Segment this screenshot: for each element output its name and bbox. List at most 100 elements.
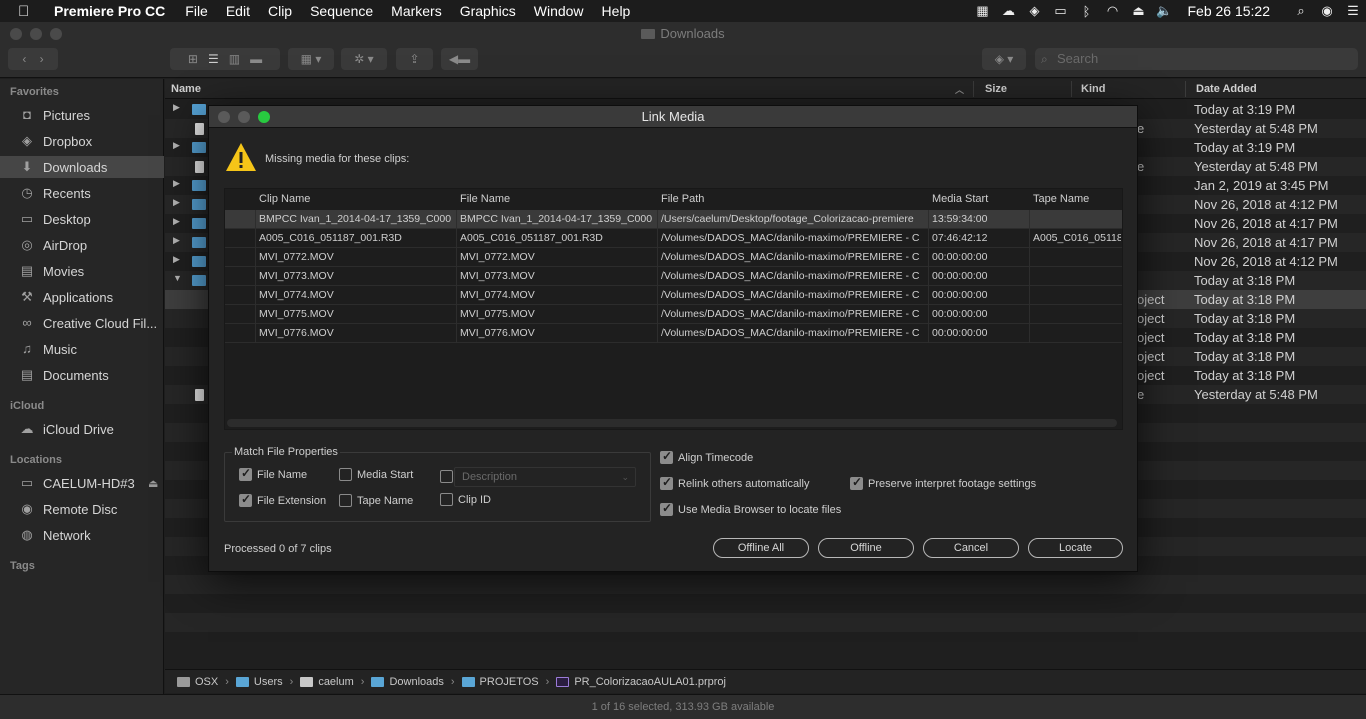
checkbox-box[interactable]	[440, 493, 453, 506]
sidebar-item-desktop[interactable]: ▭ Desktop	[0, 208, 164, 230]
clip-id-checkbox[interactable]: Clip ID	[440, 493, 491, 506]
checkbox-box[interactable]	[660, 475, 673, 490]
sidebar-item-pictures[interactable]: ◘ Pictures	[0, 104, 164, 126]
file-extension-checkbox[interactable]: File Extension	[239, 492, 326, 507]
preserve-interpret-checkbox[interactable]: Preserve interpret footage settings	[850, 475, 1036, 490]
search-input[interactable]: ⌕ Search	[1035, 48, 1358, 70]
checkbox-box[interactable]	[339, 494, 352, 507]
wifi-icon[interactable]: ◠	[1099, 3, 1125, 19]
sidebar-item-airdrop[interactable]: ◎ AirDrop	[0, 234, 164, 256]
back-icon[interactable]: ‹	[22, 52, 26, 66]
path-users[interactable]: Users	[254, 676, 283, 688]
disclosure-closed-icon[interactable]: ▶	[173, 254, 180, 265]
checkbox-box[interactable]	[440, 470, 453, 483]
media-start-checkbox[interactable]: Media Start	[339, 468, 413, 481]
col-file-name[interactable]: File Name	[460, 193, 510, 205]
path-caelum[interactable]: caelum	[318, 676, 353, 688]
view-mode-buttons[interactable]: ⊞ ☰ ▥ ▬	[170, 48, 280, 70]
column-name[interactable]: Name	[171, 83, 201, 95]
col-file-path[interactable]: File Path	[661, 193, 704, 205]
menu-clip[interactable]: Clip	[268, 3, 292, 19]
menu-markers[interactable]: Markers	[391, 3, 442, 19]
menu-edit[interactable]: Edit	[226, 3, 250, 19]
list-view-icon[interactable]: ☰	[208, 52, 219, 66]
sidebar-item-remote-disc[interactable]: ◉ Remote Disc	[0, 498, 164, 520]
checkbox-box[interactable]	[339, 468, 352, 481]
menu-help[interactable]: Help	[602, 3, 631, 19]
sidebar-item-creative-cloud[interactable]: ∞ Creative Cloud Fil...	[0, 312, 164, 334]
path-project-file[interactable]: PR_ColorizacaoAULA01.prproj	[574, 676, 726, 688]
list-icon[interactable]: ☰	[1340, 3, 1366, 19]
column-kind[interactable]: Kind	[1081, 83, 1105, 95]
menu-file[interactable]: File	[185, 3, 208, 19]
airplay-icon[interactable]: ▭	[1047, 3, 1073, 19]
column-view-icon[interactable]: ▥	[229, 52, 240, 66]
disclosure-closed-icon[interactable]: ▶	[173, 216, 180, 227]
sidebar-item-caelum-hd[interactable]: ▭ CAELUM-HD#3 ⏏	[0, 472, 164, 494]
path-osx[interactable]: OSX	[195, 676, 218, 688]
eject-icon[interactable]: ⏏	[1125, 3, 1151, 19]
forward-icon[interactable]: ›	[40, 52, 44, 66]
align-timecode-checkbox[interactable]: Align Timecode	[660, 449, 753, 464]
path-projetos[interactable]: PROJETOS	[480, 676, 539, 688]
dropbox-button[interactable]: ◈ ▾	[982, 48, 1026, 70]
dropbox-icon[interactable]: ◈	[1021, 3, 1047, 19]
menubar-clock[interactable]: Feb 26 15:22	[1187, 3, 1270, 19]
group-button[interactable]: ▦ ▾	[288, 48, 334, 70]
close-dialog-button[interactable]	[218, 111, 230, 123]
col-media-start[interactable]: Media Start	[932, 193, 988, 205]
clip-row[interactable]: BMPCC Ivan_1_2014-04-17_1359_C000 BMPCC I…	[225, 210, 1122, 229]
col-tape-name[interactable]: Tape Name	[1033, 193, 1089, 205]
siri-icon[interactable]: ◉	[1314, 3, 1340, 19]
checkbox-box[interactable]	[239, 466, 252, 481]
disclosure-closed-icon[interactable]: ▶	[173, 140, 180, 151]
horizontal-scrollbar[interactable]	[227, 419, 1117, 427]
offline-button[interactable]: Offline	[818, 538, 914, 558]
menu-window[interactable]: Window	[534, 3, 584, 19]
sidebar-item-icloud-drive[interactable]: ☁ iCloud Drive	[0, 418, 164, 440]
volume-icon[interactable]: 🔈	[1151, 3, 1177, 19]
disclosure-closed-icon[interactable]: ▶	[173, 235, 180, 246]
minimize-dialog-button[interactable]	[238, 111, 250, 123]
icon-view-icon[interactable]: ⊞	[188, 52, 198, 66]
sidebar-item-recents[interactable]: ◷ Recents	[0, 182, 164, 204]
creative-cloud-icon[interactable]: ☁	[995, 3, 1021, 19]
tape-name-checkbox[interactable]: Tape Name	[339, 494, 413, 507]
tags-button[interactable]: ◀▬	[441, 48, 478, 70]
sidebar-item-downloads[interactable]: ⬇ Downloads	[0, 156, 164, 178]
clip-row[interactable]: MVI_0776.MOV MVI_0776.MOV/Volumes/DADOS_M…	[225, 324, 1122, 343]
sidebar-item-dropbox[interactable]: ◈ Dropbox	[0, 130, 164, 152]
column-date-added[interactable]: Date Added	[1196, 83, 1257, 95]
col-clip-name[interactable]: Clip Name	[259, 193, 310, 205]
filmstrip-icon[interactable]: ▦	[969, 3, 995, 19]
clip-row[interactable]: MVI_0774.MOV MVI_0774.MOV/Volumes/DADOS_M…	[225, 286, 1122, 305]
bluetooth-icon[interactable]: ᛒ	[1073, 4, 1099, 19]
checkbox-box[interactable]	[850, 475, 863, 490]
search-icon[interactable]: ⌕	[1288, 3, 1314, 19]
sort-up-icon[interactable]: ︿	[955, 83, 964, 96]
menu-sequence[interactable]: Sequence	[310, 3, 373, 19]
checkbox-box[interactable]	[239, 492, 252, 507]
eject-icon[interactable]: ⏏	[148, 477, 158, 490]
menu-graphics[interactable]: Graphics	[460, 3, 516, 19]
gallery-view-icon[interactable]: ▬	[250, 52, 262, 66]
share-button[interactable]: ⇪	[396, 48, 433, 70]
action-button[interactable]: ✲ ▾	[341, 48, 387, 70]
apple-icon[interactable]: 	[18, 3, 40, 20]
file-name-checkbox[interactable]: File Name	[239, 466, 307, 481]
locate-button[interactable]: Locate	[1028, 538, 1123, 558]
disclosure-closed-icon[interactable]: ▶	[173, 197, 180, 208]
media-browser-checkbox[interactable]: Use Media Browser to locate files	[660, 501, 841, 516]
clip-row[interactable]: MVI_0772.MOV MVI_0772.MOV/Volumes/DADOS_M…	[225, 248, 1122, 267]
disclosure-closed-icon[interactable]: ▶	[173, 102, 180, 113]
sidebar-item-applications[interactable]: ⚒ Applications	[0, 286, 164, 308]
sidebar-item-music[interactable]: ♫ Music	[0, 338, 164, 360]
relink-others-checkbox[interactable]: Relink others automatically	[660, 475, 809, 490]
disclosure-open-icon[interactable]: ▼	[173, 273, 182, 283]
path-downloads[interactable]: Downloads	[389, 676, 443, 688]
zoom-dialog-button[interactable]	[258, 111, 270, 123]
sidebar-item-movies[interactable]: ▤ Movies	[0, 260, 164, 282]
back-forward-buttons[interactable]: ‹ ›	[8, 48, 58, 70]
description-dropdown[interactable]: Description ⌄	[454, 467, 636, 487]
offline-all-button[interactable]: Offline All	[713, 538, 809, 558]
